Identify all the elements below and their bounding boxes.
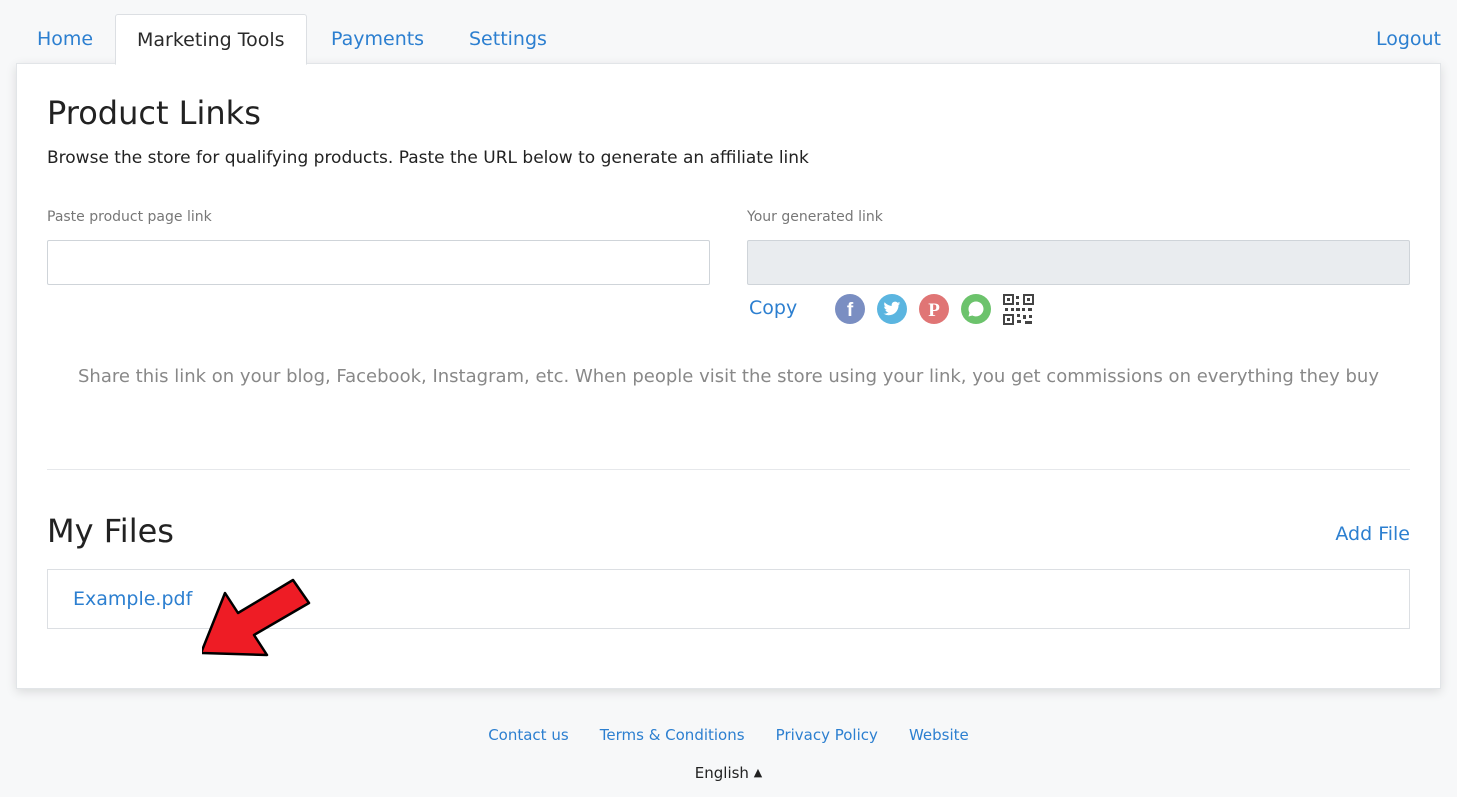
product-links-title: Product Links bbox=[47, 94, 261, 132]
section-divider bbox=[47, 469, 1410, 470]
footer-terms-link[interactable]: Terms & Conditions bbox=[600, 726, 745, 744]
generated-link-field[interactable] bbox=[747, 240, 1410, 285]
twitter-icon[interactable] bbox=[877, 294, 907, 324]
top-navigation: Home Marketing Tools Payments Settings L… bbox=[16, 14, 1441, 65]
tab-payments[interactable]: Payments bbox=[310, 14, 445, 64]
add-file-button[interactable]: Add File bbox=[1335, 523, 1410, 545]
share-note: Share this link on your blog, Facebook, … bbox=[78, 366, 1379, 387]
copy-link-button[interactable]: Copy bbox=[749, 297, 797, 319]
caret-up-icon: ▲ bbox=[753, 766, 763, 779]
language-label: English bbox=[694, 764, 749, 782]
tab-settings[interactable]: Settings bbox=[448, 14, 568, 64]
facebook-icon[interactable]: f bbox=[835, 294, 865, 324]
qr-code-icon[interactable] bbox=[1003, 294, 1034, 325]
logout-link[interactable]: Logout bbox=[1376, 14, 1441, 64]
footer-contact-link[interactable]: Contact us bbox=[488, 726, 568, 744]
my-files-title: My Files bbox=[47, 512, 174, 550]
footer-website-link[interactable]: Website bbox=[909, 726, 969, 744]
product-links-subtitle: Browse the store for qualifying products… bbox=[47, 148, 809, 168]
red-arrow-annotation bbox=[202, 578, 311, 657]
tab-marketing-tools[interactable]: Marketing Tools bbox=[115, 14, 307, 65]
svg-text:f: f bbox=[847, 300, 854, 321]
language-selector[interactable]: English ▲ bbox=[0, 764, 1457, 782]
svg-text:P: P bbox=[928, 300, 940, 321]
generated-link-label: Your generated link bbox=[747, 209, 883, 225]
product-link-input[interactable] bbox=[47, 240, 710, 285]
main-card: Product Links Browse the store for quali… bbox=[16, 63, 1441, 689]
paste-link-label: Paste product page link bbox=[47, 209, 212, 225]
footer-links: Contact us Terms & Conditions Privacy Po… bbox=[0, 725, 1457, 744]
file-link-example-pdf[interactable]: Example.pdf bbox=[73, 588, 192, 610]
whatsapp-icon[interactable] bbox=[961, 294, 991, 324]
footer-privacy-link[interactable]: Privacy Policy bbox=[776, 726, 878, 744]
tab-home[interactable]: Home bbox=[16, 14, 114, 64]
pinterest-icon[interactable]: P bbox=[919, 294, 949, 324]
